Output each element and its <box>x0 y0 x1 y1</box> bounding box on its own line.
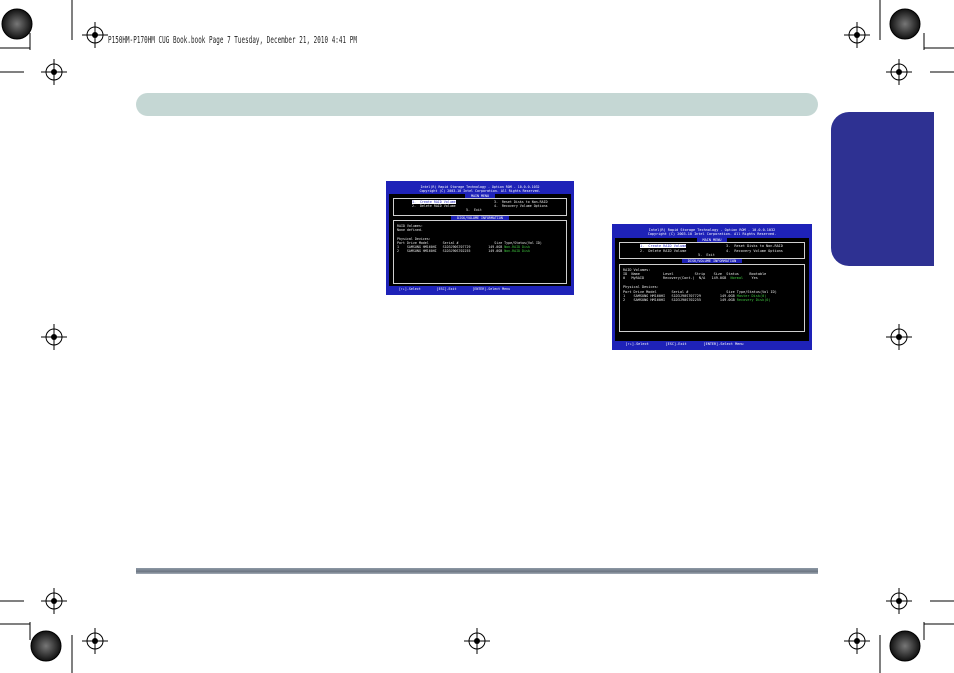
disk-info-box: RAID Volumes: None defined. Physical Dev… <box>393 220 567 285</box>
menu-delete-raid-volume[interactable]: 2. Delete RAID Volume <box>412 204 456 208</box>
page-header-bar <box>136 93 818 116</box>
menu-recovery-volume-options[interactable]: 4. Recovery Volume Options <box>494 204 548 208</box>
bios-copyright-line: Copyright (C) 2003-10 Intel Corporation.… <box>419 189 541 194</box>
running-header: P150HM-P170HM CUG Book.book Page 7 Tuesd… <box>108 35 357 46</box>
bios-copyright-line: Copyright (C) 2003-10 Intel Corporation.… <box>647 232 777 237</box>
main-menu-box: 1. Create RAID Volume 2. Delete RAID Vol… <box>619 242 805 260</box>
raid-bios-screen-recovery-volume: Intel(R) Rapid Storage Technology - Opti… <box>612 224 812 350</box>
raid-bios-screen-main-menu: Intel(R) Rapid Storage Technology - Opti… <box>386 181 574 295</box>
menu-reset-disks[interactable]: 3. Reset Disks to Non-RAID <box>726 244 783 248</box>
bios-footer: [↑↓]-Select [ESC]-Exit [ENTER]-Select Me… <box>615 340 809 347</box>
bios-footer: [↑↓]-Select [ESC]-Exit [ENTER]-Select Me… <box>389 285 571 292</box>
table-row: 2 SAMSUNG HM160HI S1D3J90S702255 149.0GB… <box>623 298 771 303</box>
main-menu-box: 1. Create RAID Volume 2. Delete RAID Vol… <box>393 198 567 217</box>
bios-title: Intel(R) Rapid Storage Technology - Opti… <box>389 184 571 195</box>
menu-create-raid-volume[interactable]: 1. Create RAID Volume <box>640 244 687 249</box>
disk-info-box: RAID Volumes: ID Name Level Strip Size S… <box>619 263 805 332</box>
menu-delete-raid-volume[interactable]: 2. Delete RAID Volume <box>640 249 686 253</box>
page-footer-bar <box>136 568 818 574</box>
chapter-side-tab <box>831 112 934 266</box>
bios-title: Intel(R) Rapid Storage Technology - Opti… <box>615 227 809 238</box>
menu-exit[interactable]: 5. Exit <box>698 253 715 257</box>
menu-recovery-volume-options[interactable]: 4. Recovery Volume Options <box>726 249 783 253</box>
menu-exit[interactable]: 5. Exit <box>466 208 482 212</box>
table-row: 2 SAMSUNG HM160HI S1D3J90S702255 149.0GB… <box>397 248 530 253</box>
